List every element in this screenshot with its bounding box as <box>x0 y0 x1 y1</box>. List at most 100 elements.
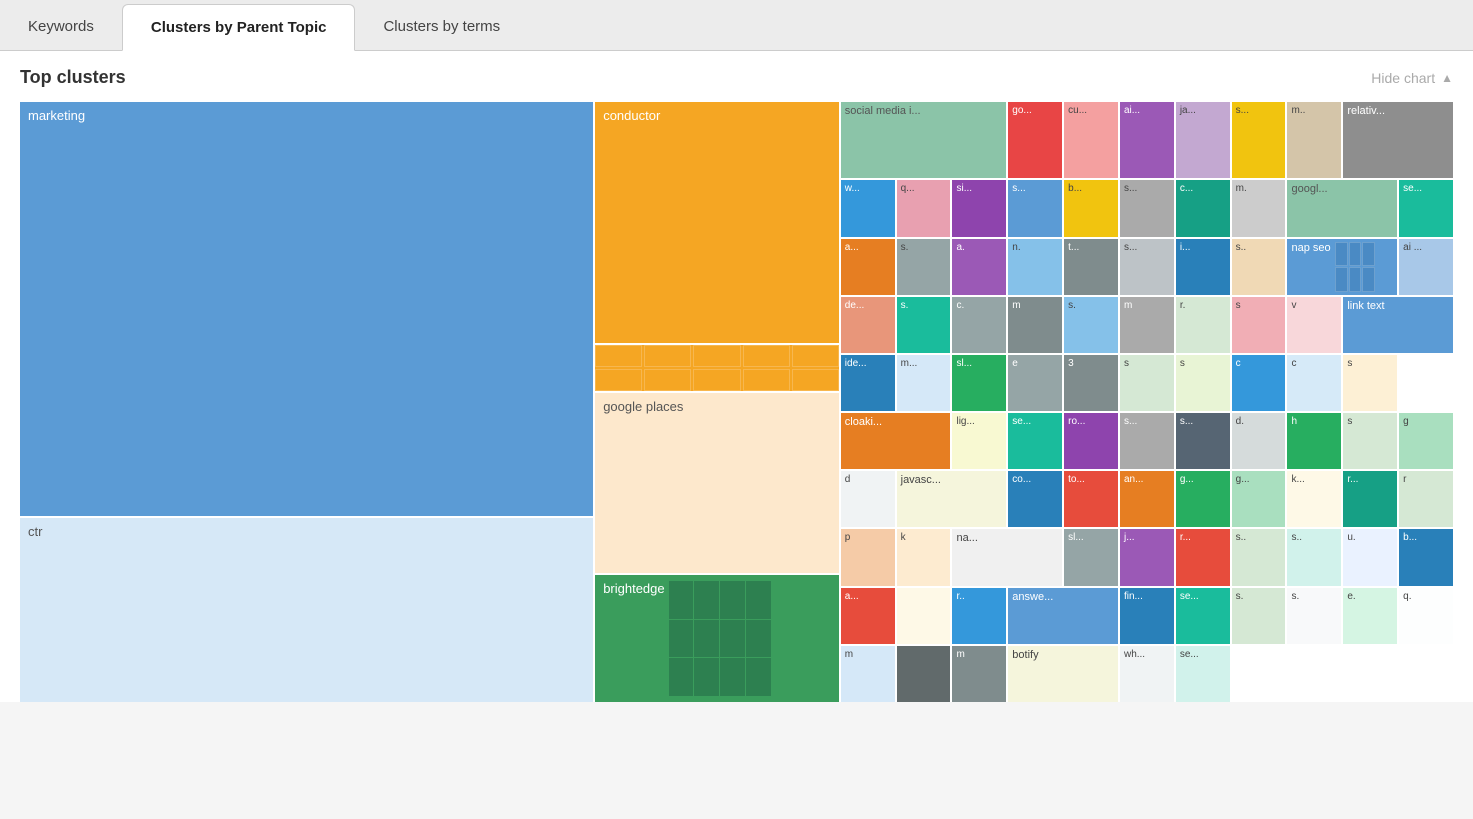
cell-de[interactable]: de... <box>841 297 895 353</box>
cell-n[interactable]: n. <box>1008 239 1062 295</box>
cell-m1[interactable]: m.. <box>1287 102 1341 178</box>
cell-se4[interactable]: se... <box>1176 646 1230 702</box>
cell-b2[interactable]: b... <box>1399 529 1453 585</box>
cell-si[interactable]: si... <box>952 180 1006 236</box>
cell-s11[interactable]: s <box>1176 355 1230 411</box>
cell-link-text[interactable]: link text <box>1343 297 1453 353</box>
cell-s1[interactable]: s... <box>1232 102 1286 178</box>
cell-r4[interactable]: r... <box>1176 529 1230 585</box>
cell-a1[interactable]: a... <box>841 239 895 295</box>
cell-ro[interactable]: ro... <box>1064 413 1118 469</box>
cell-u[interactable]: u. <box>1343 529 1397 585</box>
cell-wh[interactable]: wh... <box>1120 646 1174 702</box>
cell-s10[interactable]: s <box>1120 355 1174 411</box>
cell-c4[interactable]: c <box>1287 355 1341 411</box>
cell-s3[interactable]: s... <box>1120 180 1174 236</box>
cell-e[interactable]: e <box>1008 355 1062 411</box>
cell-to[interactable]: to... <box>1064 471 1118 527</box>
cell-s6[interactable]: s.. <box>1232 239 1286 295</box>
cell-se2[interactable]: se... <box>1008 413 1062 469</box>
cell-answe[interactable]: answe... <box>1008 588 1118 644</box>
cell-se1[interactable]: se... <box>1399 180 1453 236</box>
cell-s17[interactable]: s.. <box>1287 529 1341 585</box>
cell-s12[interactable]: s <box>1343 355 1397 411</box>
cell-ide[interactable]: ide... <box>841 355 895 411</box>
cell-i[interactable]: i... <box>1176 239 1230 295</box>
tab-clusters-parent[interactable]: Clusters by Parent Topic <box>122 4 356 51</box>
cell-googl[interactable]: googl... <box>1287 180 1397 236</box>
cell-s16[interactable]: s.. <box>1232 529 1286 585</box>
cell-gray[interactable] <box>897 646 951 702</box>
cell-na[interactable]: na... <box>952 529 1062 585</box>
cell-social-media[interactable]: social media i... <box>841 102 1007 178</box>
cell-go[interactable]: go... <box>1008 102 1062 178</box>
cell-cu[interactable]: cu... <box>1064 102 1118 178</box>
cell-s14[interactable]: s... <box>1176 413 1230 469</box>
cell-se3[interactable]: se... <box>1176 588 1230 644</box>
cell-conductor[interactable]: conductor <box>595 102 839 343</box>
cell-t[interactable]: t... <box>1064 239 1118 295</box>
cell-sl[interactable]: sl... <box>952 355 1006 411</box>
cell-s18[interactable]: s. <box>1232 588 1286 644</box>
cell-ai[interactable]: ai... <box>1120 102 1174 178</box>
cell-fin[interactable]: fin... <box>1120 588 1174 644</box>
cell-h[interactable]: h <box>1287 413 1341 469</box>
cell-relativ[interactable]: relativ... <box>1343 102 1453 178</box>
cell-c1[interactable]: c... <box>1176 180 1230 236</box>
cell-k2[interactable]: k <box>897 529 951 585</box>
cell-nap-seo[interactable]: nap seo <box>1287 239 1397 295</box>
cell-co[interactable]: co... <box>1008 471 1062 527</box>
tab-clusters-terms[interactable]: Clusters by terms <box>355 4 528 50</box>
cell-a3[interactable]: a... <box>841 588 895 644</box>
cell-s5[interactable]: s... <box>1120 239 1174 295</box>
cell-d2[interactable]: d <box>841 471 895 527</box>
cell-r3[interactable]: r <box>1399 471 1453 527</box>
cell-a2[interactable]: a. <box>952 239 1006 295</box>
cell-s9[interactable]: s <box>1232 297 1286 353</box>
cell-m3[interactable]: m <box>1008 297 1062 353</box>
cell-botify[interactable]: botify <box>1008 646 1118 702</box>
cell-q[interactable]: q... <box>897 180 951 236</box>
cell-three[interactable]: 3 <box>1064 355 1118 411</box>
cell-m2[interactable]: m. <box>1232 180 1286 236</box>
cell-s13[interactable]: s... <box>1120 413 1174 469</box>
cell-marketing[interactable]: marketing <box>20 102 593 516</box>
cell-lig[interactable]: lig... <box>952 413 1006 469</box>
cell-j[interactable]: j... <box>1120 529 1174 585</box>
cell-s8[interactable]: s. <box>1064 297 1118 353</box>
cell-r1[interactable]: r. <box>1176 297 1230 353</box>
cell-ctr[interactable]: ctr <box>20 518 593 702</box>
cell-m4[interactable]: m <box>1120 297 1174 353</box>
cell-v[interactable]: v <box>1287 297 1341 353</box>
cell-g2[interactable]: g... <box>1176 471 1230 527</box>
cell-s4[interactable]: s. <box>897 239 951 295</box>
cell-r5[interactable]: r.. <box>952 588 1006 644</box>
cell-s15[interactable]: s <box>1343 413 1397 469</box>
hide-chart-button[interactable]: Hide chart ▲ <box>1371 70 1453 86</box>
cell-brightedge[interactable]: brightedge <box>595 575 839 702</box>
cell-w[interactable]: w... <box>841 180 895 236</box>
cell-g1[interactable]: g <box>1399 413 1453 469</box>
cell-cloaki[interactable]: cloaki... <box>841 413 951 469</box>
cell-javasc[interactable]: javasc... <box>897 471 1007 527</box>
cell-d1[interactable]: d. <box>1232 413 1286 469</box>
cell-sl2[interactable]: sl... <box>1064 529 1118 585</box>
cell-s2[interactable]: s... <box>1008 180 1062 236</box>
cell-r2[interactable]: r... <box>1343 471 1397 527</box>
cell-b[interactable]: b... <box>1064 180 1118 236</box>
cell-e2[interactable]: e. <box>1343 588 1397 644</box>
cell-google-places[interactable]: google places <box>595 393 839 573</box>
cell-c3[interactable]: c <box>1232 355 1286 411</box>
cell-q2[interactable]: q. <box>1399 588 1453 644</box>
cell-c2[interactable]: c. <box>952 297 1006 353</box>
cell-s7[interactable]: s. <box>897 297 951 353</box>
cell-m5[interactable]: m... <box>897 355 951 411</box>
cell-yellow[interactable] <box>897 588 951 644</box>
tab-keywords[interactable]: Keywords <box>0 4 122 50</box>
cell-m6[interactable]: m <box>841 646 895 702</box>
cell-p[interactable]: p <box>841 529 895 585</box>
cell-m7[interactable]: m <box>952 646 1006 702</box>
cell-k1[interactable]: k... <box>1287 471 1341 527</box>
cell-s19[interactable]: s. <box>1287 588 1341 644</box>
cell-g3[interactable]: g... <box>1232 471 1286 527</box>
